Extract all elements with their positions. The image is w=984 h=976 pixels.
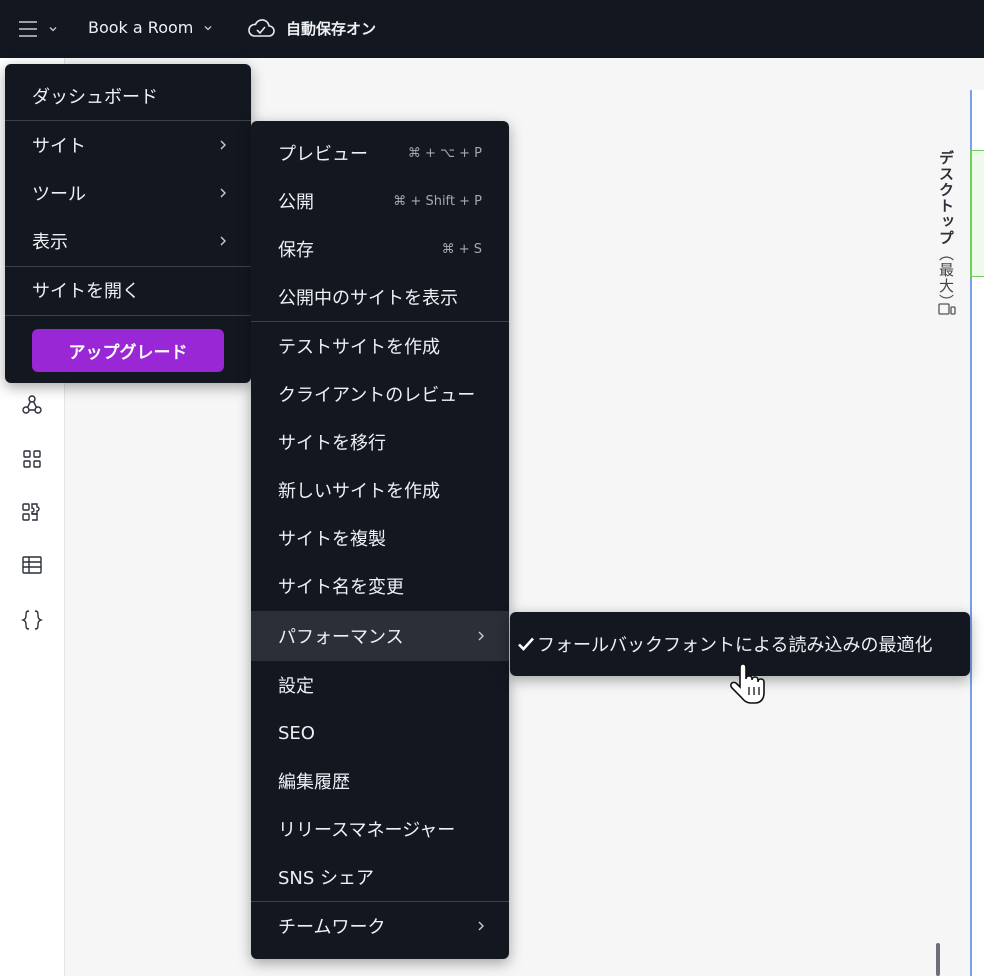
hand-pointer-cursor-icon <box>730 663 765 704</box>
menu-item-tools[interactable]: ツール <box>5 169 251 217</box>
hamburger-icon <box>19 21 37 37</box>
menu-item-save[interactable]: 保存 ⌘ + S <box>251 225 509 273</box>
menu-item-rename-site[interactable]: サイト名を変更 <box>251 562 509 610</box>
top-bar: Book a Room 自動保存オン <box>0 0 984 58</box>
autosave-label: 自動保存オン <box>286 19 377 38</box>
main-menu-button[interactable] <box>16 17 58 41</box>
chevron-down-icon <box>49 27 57 32</box>
menu-item-view[interactable]: 表示 <box>5 217 251 265</box>
device-label-main: デスクトップ <box>937 150 955 246</box>
cloud-check-icon <box>248 19 275 37</box>
code-braces-icon[interactable] <box>20 608 44 632</box>
site-name: Book a Room <box>88 18 194 37</box>
menu-divider <box>5 315 251 316</box>
menu-item-settings[interactable]: 設定 <box>251 661 509 709</box>
menu-item-site[interactable]: サイト <box>5 121 251 169</box>
chevron-down-icon <box>204 25 212 30</box>
chevron-right-icon <box>220 140 226 150</box>
upgrade-button[interactable]: アップグレード <box>32 329 224 372</box>
shortcut-label: ⌘ + S <box>441 241 482 257</box>
menu-item-seo[interactable]: SEO <box>251 709 509 757</box>
canvas-section-highlight[interactable] <box>970 150 984 277</box>
apps-network-icon[interactable] <box>20 393 44 417</box>
menu-item-teamwork[interactable]: チームワーク <box>251 902 509 950</box>
chevron-right-icon <box>220 188 226 198</box>
menu-item-dashboard[interactable]: ダッシュボード <box>5 72 251 120</box>
shortcut-label: ⌘ + Shift + P <box>393 193 482 209</box>
site-selector[interactable]: Book a Room <box>88 18 213 37</box>
menu-item-performance[interactable]: パフォーマンス <box>251 611 509 661</box>
table-icon[interactable] <box>20 553 44 577</box>
chevron-right-icon <box>478 921 484 931</box>
menu-item-transfer-site[interactable]: サイトを移行 <box>251 418 509 466</box>
menu-item-client-review[interactable]: クライアントのレビュー <box>251 370 509 418</box>
menu-item-view-live-site[interactable]: 公開中のサイトを表示 <box>251 273 509 321</box>
menu-item-create-test-site[interactable]: テストサイトを作成 <box>251 322 509 370</box>
menu-item-publish[interactable]: 公開 ⌘ + Shift + P <box>251 177 509 225</box>
check-icon <box>518 637 534 651</box>
main-menu: ダッシュボード サイト ツール 表示 サイトを開く アップグレード <box>5 64 251 383</box>
canvas-scrollbar[interactable] <box>936 943 940 976</box>
puzzle-icon[interactable] <box>20 500 44 524</box>
device-icon[interactable] <box>938 302 956 316</box>
menu-item-duplicate-site[interactable]: サイトを複製 <box>251 514 509 562</box>
menu-item-social-share[interactable]: SNS シェア <box>251 853 509 901</box>
device-label-sub: （最大） <box>937 246 955 310</box>
grid-icon[interactable] <box>20 447 44 471</box>
menu-item-release-manager[interactable]: リリースマネージャー <box>251 805 509 853</box>
shortcut-label: ⌘ + ⌥ + P <box>407 145 482 161</box>
site-submenu: プレビュー ⌘ + ⌥ + P 公開 ⌘ + Shift + P 保存 ⌘ + … <box>251 121 509 959</box>
chevron-right-icon <box>478 631 484 641</box>
menu-item-open-site[interactable]: サイトを開く <box>5 266 251 314</box>
menu-item-edit-history[interactable]: 編集履歴 <box>251 757 509 805</box>
chevron-right-icon <box>220 236 226 246</box>
autosave-status[interactable]: 自動保存オン <box>246 16 376 40</box>
menu-item-preview[interactable]: プレビュー ⌘ + ⌥ + P <box>251 129 509 177</box>
menu-item-create-new-site[interactable]: 新しいサイトを作成 <box>251 466 509 514</box>
device-label: デスクトップ（最大） <box>936 150 957 310</box>
